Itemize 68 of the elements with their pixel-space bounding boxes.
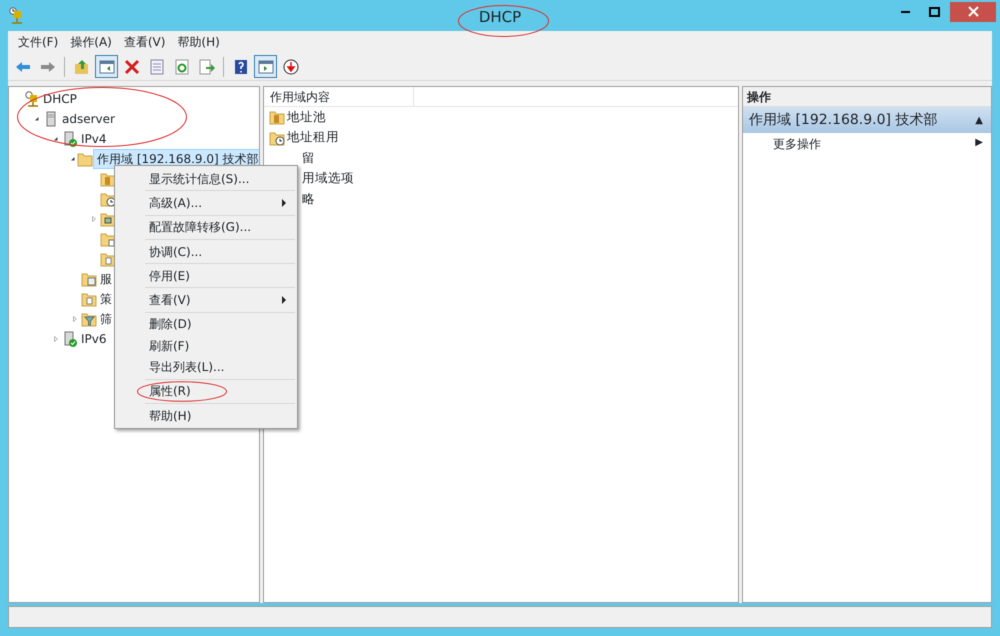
server-check-icon [62, 331, 78, 347]
export-icon [198, 58, 214, 74]
menu-item[interactable]: 删除(D) [117, 314, 295, 336]
tree-pane-icon [98, 58, 114, 74]
tree-item[interactable]: 服 [97, 270, 115, 288]
submenu-arrow: ▶ [975, 136, 983, 150]
menu-item[interactable]: 显示统计信息(S)... [117, 168, 295, 190]
list-item[interactable]: 略 [302, 190, 315, 209]
maximize-icon [928, 6, 940, 16]
action-pane-button[interactable] [254, 55, 277, 78]
list-item[interactable]: 地址租用 [287, 128, 339, 148]
menu-item[interactable]: 查看(V) [118, 33, 172, 51]
list-item[interactable]: 用域选项 [302, 169, 354, 188]
section-title[interactable]: 作用域 [192.168.9.0] 技术部 [749, 110, 938, 130]
minimize-icon [900, 10, 910, 12]
menu-item[interactable]: 停用(E) [117, 265, 295, 286]
menu-item[interactable]: 配置故障转移(G)... [117, 216, 295, 238]
dhcp-icon [24, 91, 40, 107]
tree-item[interactable]: 筛 [97, 310, 115, 328]
folder-document-icon [81, 291, 97, 307]
collapse-arrow-icon[interactable] [69, 155, 77, 163]
delete-icon [124, 58, 140, 74]
menu-item[interactable]: 文件(F) [12, 33, 64, 51]
menu-item[interactable]: 刷新(F) [117, 335, 295, 356]
expand-arrow-icon[interactable] [52, 335, 60, 343]
folder-pool-icon [269, 109, 285, 126]
properties-icon [148, 58, 164, 74]
folder-icon [77, 151, 93, 167]
expand-arrow-icon[interactable] [71, 315, 79, 323]
menu-item[interactable]: 导出列表(L)... [117, 356, 295, 378]
menu-item[interactable]: 帮助(H) [117, 404, 295, 426]
menu-item[interactable]: 操作(A) [64, 33, 118, 51]
app-icon [8, 6, 24, 24]
folder-document-icon [100, 251, 116, 267]
list-item[interactable]: 留 [302, 148, 315, 168]
tree-item[interactable]: 策 [97, 290, 115, 308]
menu-item[interactable]: 协调(C)... [117, 240, 295, 262]
folder-filter-icon [81, 311, 97, 327]
pane-header: 操作 [743, 87, 991, 107]
action-link[interactable]: 更多操作 [773, 135, 821, 155]
menu-item[interactable]: 高级(A)... [117, 192, 295, 214]
refresh-icon [174, 58, 190, 74]
collapse-arrow-icon[interactable] [52, 135, 60, 143]
folder-icon [100, 231, 116, 247]
collapse-toggle[interactable]: ▲ [975, 112, 983, 128]
action-pane-icon [258, 58, 274, 74]
folder-server-icon [81, 271, 97, 287]
column-header[interactable]: 作用域内容 [264, 87, 414, 106]
list-item[interactable]: 地址池 [287, 108, 326, 127]
close-button[interactable] [950, 2, 996, 22]
tree-pane-button[interactable] [95, 55, 118, 78]
help-icon [232, 58, 248, 74]
folder-icon [100, 211, 116, 227]
menu-item[interactable]: 帮助(H) [171, 33, 226, 51]
tree-item[interactable]: adserver [59, 110, 118, 128]
folder-up-icon [74, 58, 90, 74]
tree-item[interactable]: IPv6 [78, 330, 110, 348]
close-icon [968, 6, 978, 17]
folder-clock-icon [100, 191, 116, 207]
server-check-icon [62, 131, 78, 147]
window-title: DHCP [478, 8, 522, 26]
menu-item[interactable]: 查看(V) [117, 289, 295, 311]
expand-arrow-icon[interactable] [90, 215, 98, 223]
tree-item[interactable]: IPv4 [78, 130, 110, 148]
collapse-arrow-icon[interactable] [33, 115, 41, 123]
folder-clock-icon [269, 130, 285, 146]
tree-item[interactable]: DHCP [40, 90, 80, 108]
folder-pool-icon [100, 171, 116, 187]
